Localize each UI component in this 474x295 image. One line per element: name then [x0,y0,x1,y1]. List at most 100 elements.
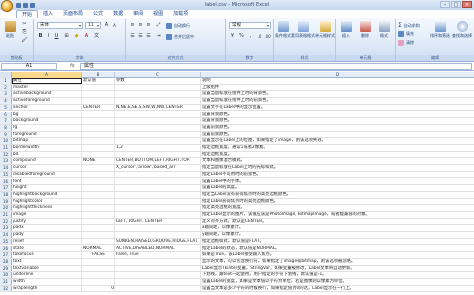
cell-attribute[interactable]: relief [12,238,82,245]
formula-input[interactable]: 属性 [80,63,472,70]
cell-default[interactable] [82,151,115,158]
cell-description[interactable]: 设置Label的高度。 [201,185,474,191]
tab-insert[interactable]: 插入 [38,10,58,18]
align-bottom-icon[interactable]: ≡ [145,22,152,29]
cell-description[interactable]: 设置前景颜色。 [201,125,474,131]
cell-default[interactable] [82,232,115,238]
cell-attribute[interactable]: highlightbackground [12,191,82,198]
row-number[interactable]: 10 [0,138,12,144]
cell-description[interactable]: 指定Label的状态，默认值是NORMAL。 [201,246,474,252]
cell-attribute[interactable]: bitmap [12,138,82,144]
cell-params[interactable] [115,178,201,185]
row-number[interactable]: 22 [0,218,12,225]
cell-description[interactable]: 定义对齐方式，默认是CENTER。 [201,219,474,225]
cell-default[interactable] [82,138,115,144]
cell-params[interactable] [115,212,201,218]
cell-attribute[interactable]: padx [12,225,82,232]
cell-description[interactable]: x轴间距，以像素计。 [201,225,474,231]
name-box[interactable]: A1 [1,63,57,70]
cell-description[interactable]: 文本和图像混合模式。 [201,158,474,164]
tab-addins[interactable]: 加载项 [168,10,193,18]
shrink-font-icon[interactable]: A [111,22,118,29]
wrap-text-button[interactable]: 自动换行 [166,23,190,29]
delete-cells-button[interactable]: 删除 [357,21,373,39]
cell-params[interactable] [115,171,201,178]
function-icon[interactable]: fx [70,63,75,69]
cell-default[interactable] [82,218,115,225]
cell-default[interactable] [82,279,115,285]
cell-attribute[interactable]: activeforeground [12,98,82,104]
indent-icon[interactable]: ⇥ [155,33,162,40]
fill-button[interactable]: 填充 [398,31,414,37]
cell-params[interactable] [115,131,201,138]
cell-attribute[interactable]: bg [12,111,82,118]
cell-params[interactable] [115,84,201,91]
cell-default[interactable] [82,165,115,171]
cell-default[interactable] [82,124,115,131]
increase-decimal-icon[interactable]: .0 [256,33,263,40]
cell-params[interactable] [115,205,201,211]
bold-button[interactable]: B [37,33,44,40]
cell-attribute[interactable]: highlightthickness [12,205,82,211]
cell-attribute[interactable]: borderwidth [12,145,82,151]
cell-attribute[interactable]: takefocus [12,252,82,258]
row-number[interactable]: 6 [0,111,12,118]
cell-default[interactable] [82,118,115,124]
cell-attribute[interactable]: highlightcolor [12,198,82,205]
cell-styles-button[interactable]: 单元格样式 [315,21,335,39]
row-number[interactable]: 28 [0,258,12,265]
row-number[interactable]: 7 [0,118,12,124]
find-select-button[interactable]: 查找和选择 [452,21,472,39]
cell-description[interactable]: 设置背景颜色。 [201,118,474,124]
cell-default[interactable] [82,171,115,178]
cell-description[interactable]: 下划线，跟text一起使用，用户指定的字符下划线，默认值是-1。 [201,272,474,278]
cell-description[interactable]: 显示的文本，可以包含换行符，如果指定了image或bitmap，则该选项被忽略。 [201,259,474,265]
cell-params[interactable] [115,98,201,104]
cell-description[interactable]: 指定边框宽度。 [201,152,474,158]
align-center-icon[interactable]: ☰ [137,33,144,40]
row-number[interactable]: 32 [0,285,12,292]
borders-icon[interactable]: ⊞ [63,33,70,40]
cell-default[interactable]: NORMAL [82,245,115,252]
cell-attribute[interactable]: anchor [12,104,82,111]
cell-default[interactable] [82,91,115,98]
cell-attribute[interactable]: image [12,212,82,218]
cell-default[interactable] [82,212,115,218]
tab-view[interactable]: 视图 [148,10,168,18]
cell-description[interactable]: 设置Label的宽度，如果是文本值以字符为单位，若是图像则以像素为单位。 [201,279,474,285]
align-top-icon[interactable]: ≡ [129,22,136,29]
row-number[interactable]: 2 [0,84,12,91]
row-number[interactable]: 18 [0,191,12,198]
row-number[interactable]: 19 [0,198,12,205]
cell-description[interactable]: 设置背景颜色。 [201,112,474,118]
cell-default[interactable] [82,178,115,185]
cell-attribute[interactable]: wraplength [12,285,82,292]
cell-default[interactable] [82,84,115,91]
currency-icon[interactable]: ¥ [229,33,236,40]
row-number[interactable]: 17 [0,185,12,191]
cell-params[interactable]: LEFT, RIGHT, CENTER [115,218,201,225]
row-number[interactable]: 27 [0,252,12,258]
cell-attribute[interactable]: justify [12,218,82,225]
underline-button[interactable]: U [53,33,60,40]
cell-default[interactable] [82,265,115,272]
close-button[interactable]: × [462,1,472,8]
cell-params[interactable] [115,185,201,191]
comma-icon[interactable]: , [247,33,254,40]
cell-attribute[interactable]: background [12,118,82,124]
cell-description[interactable]: 设置显示在Label上的位图，如果指定了image，则该选项失效。 [201,138,474,144]
paste-button[interactable]: 粘贴 [2,21,18,39]
cell-default[interactable] [82,185,115,191]
cell-params[interactable]: ACTIVE,DISABLED,NORMAL [115,245,201,252]
clear-button[interactable]: 清除 [398,40,414,46]
align-left-icon[interactable]: ☰ [129,33,136,40]
row-number[interactable]: 31 [0,279,12,285]
cell-default[interactable] [82,205,115,211]
cell-description[interactable]: 指定高亮边框的宽度。 [201,205,474,211]
cell-description[interactable]: 如果是True，该Label接受输入焦点。 [201,252,474,258]
cell-params[interactable] [115,138,201,144]
cell-description[interactable]: 指定边框宽度，通常1或者2像素。 [201,145,474,151]
row-number[interactable]: 15 [0,171,12,178]
cell-default[interactable]: 0 [82,285,115,292]
cell-description[interactable]: 指定Label显示的图片，该值应该是PhotoImage, BitmapImag… [201,212,474,218]
